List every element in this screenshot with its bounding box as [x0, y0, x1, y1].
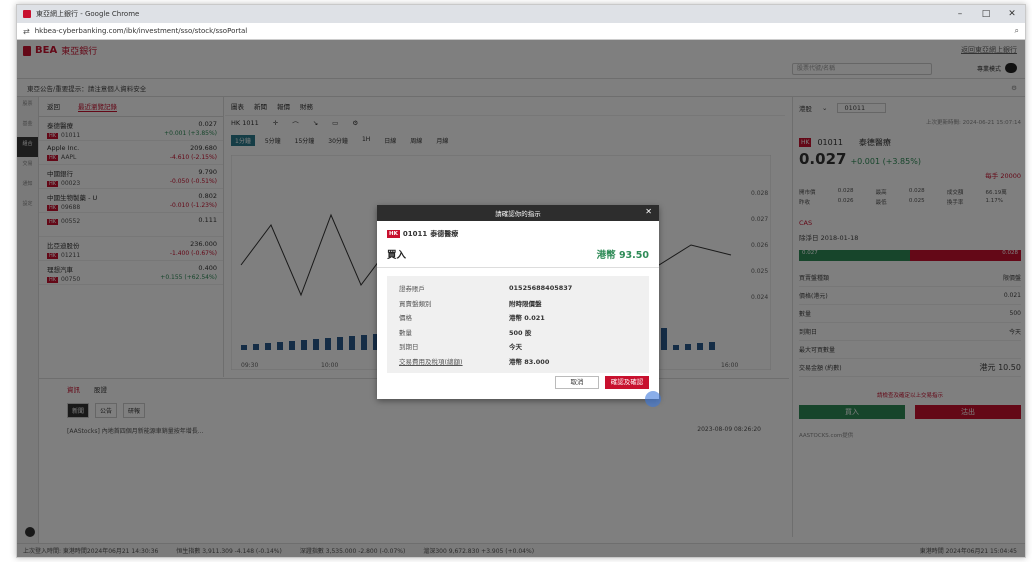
dialog-stock: HK 01011 泰德醫療 [377, 221, 659, 239]
dialog-row: 買賣盤類別 附時限價盤 [399, 296, 637, 311]
dialog-stock-code: 01011 [402, 230, 428, 238]
dialog-row-value: 港幣 83.000 [509, 357, 550, 366]
site-info-icon[interactable]: ⇄ [23, 27, 30, 36]
dialog-row-label: 證券賬戶 [399, 285, 425, 294]
dialog-stock-name: 泰德醫療 [430, 230, 459, 238]
dialog-row: 交易費用及稅項(總額) 港幣 83.000 [399, 354, 637, 369]
cancel-button[interactable]: 取消 [555, 376, 599, 389]
confirm-button[interactable]: 確認及確認 [605, 376, 649, 389]
dialog-row: 價格 港幣 0.021 [399, 310, 637, 325]
dialog-row-label: 到期日 [399, 343, 419, 352]
dialog-title: 請確認你的指示 [495, 210, 541, 218]
maximize-button[interactable]: □ [973, 9, 999, 19]
dialog-row-value: 今天 [509, 343, 522, 352]
dialog-amount: 港幣 93.50 [596, 250, 649, 261]
dialog-header: 請確認你的指示 ✕ [377, 205, 659, 221]
dialog-row: 證券賬戶 01525688405837 [399, 281, 637, 296]
dialog-row-label: 價格 [399, 314, 412, 323]
dialog-row-label: 買賣盤類別 [399, 299, 432, 308]
url-text[interactable]: hkbea-cyberbanking.com/ibk/investment/ss… [35, 27, 248, 35]
dialog-row-value: 附時限價盤 [509, 299, 542, 308]
browser-title: 東亞網上銀行 - Google Chrome [36, 10, 140, 18]
dialog-row: 數量 500 股 [399, 325, 637, 340]
browser-window: 東亞網上銀行 - Google Chrome – □ ✕ ⇄ hkbea-cyb… [16, 4, 1026, 558]
dialog-row-value: 500 股 [509, 328, 532, 337]
dialog-row-label[interactable]: 交易費用及稅項(總額) [399, 356, 509, 366]
dialog-row: 到期日 今天 [399, 339, 637, 354]
dialog-side: 買入 [387, 250, 407, 261]
close-window-button[interactable]: ✕ [999, 9, 1025, 19]
confirm-order-dialog: 請確認你的指示 ✕ HK 01011 泰德醫療 買入 港幣 93.50 證券賬戶… [377, 205, 661, 407]
dialog-row-value: 港幣 0.021 [509, 314, 545, 323]
dialog-details: 證券賬戶 01525688405837 買賣盤類別 附時限價盤價格 港幣 0.021 數量… [387, 276, 649, 373]
cursor-indicator [645, 391, 661, 407]
dialog-row-label: 數量 [399, 328, 412, 337]
bank-favicon-icon [23, 10, 31, 18]
browser-titlebar: 東亞網上銀行 - Google Chrome – □ ✕ [17, 5, 1025, 23]
dialog-row-value: 01525688405837 [509, 284, 573, 293]
address-bar[interactable]: ⇄ hkbea-cyberbanking.com/ibk/investment/… [17, 23, 1025, 40]
minimize-button[interactable]: – [947, 9, 973, 19]
market-badge-icon: HK [387, 230, 400, 238]
close-icon[interactable]: ✕ [645, 207, 652, 216]
dialog-side-row: 買入 港幣 93.50 [377, 239, 659, 268]
zoom-icon[interactable]: ⌕ [1015, 26, 1019, 36]
